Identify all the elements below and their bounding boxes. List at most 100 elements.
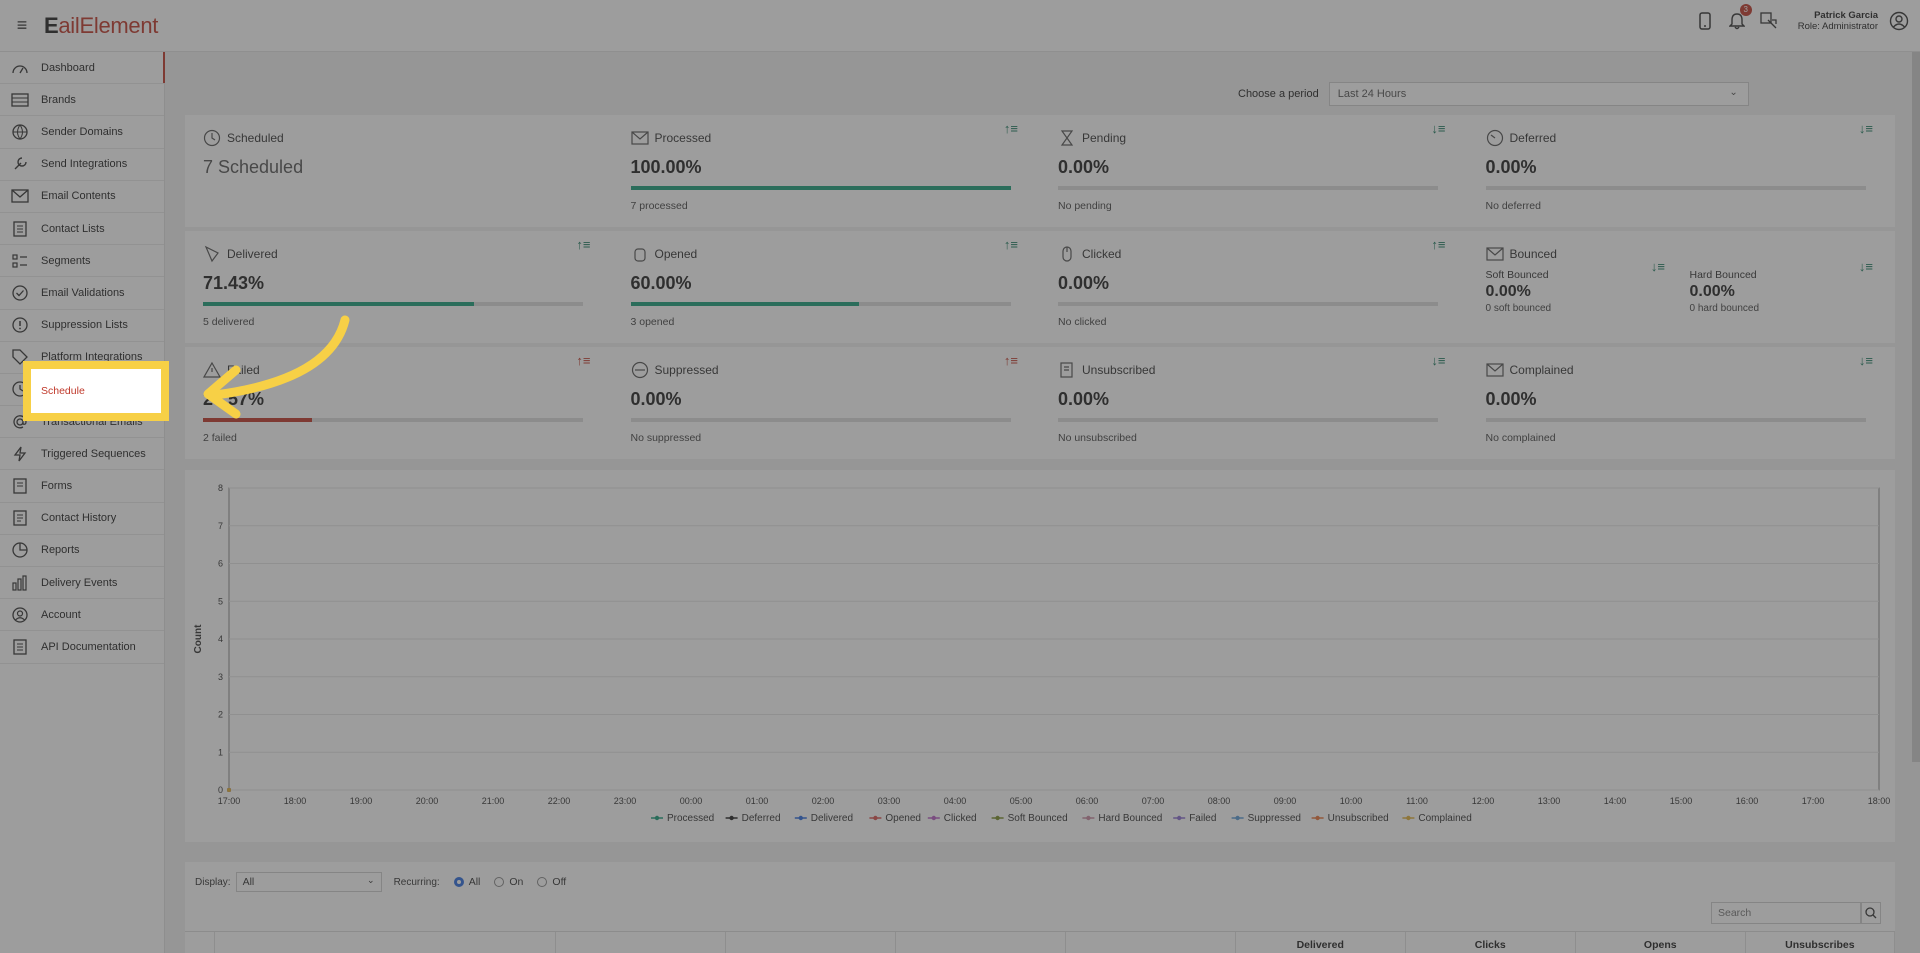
y-tick-label: 3 xyxy=(218,672,223,682)
x-tick-label: 15:00 xyxy=(1670,796,1693,806)
stat-value: 0.00% xyxy=(1058,389,1110,409)
sidebar-item-label: Email Validations xyxy=(41,286,125,299)
sidebar-item-email-validations[interactable]: Email Validations xyxy=(0,277,164,310)
sidebar-item-dashboard[interactable]: Dashboard xyxy=(0,52,165,85)
translate-icon[interactable] xyxy=(1758,10,1780,32)
sidebar-item-sender-domains[interactable]: Sender Domains xyxy=(0,116,164,149)
vertical-scrollbar[interactable] xyxy=(1912,52,1920,762)
sidebar-item-email-contents[interactable]: Email Contents xyxy=(0,181,164,213)
radio-dot xyxy=(453,877,464,887)
wrench-icon xyxy=(10,155,30,173)
sidebar-item-send-integrations[interactable]: Send Integrations xyxy=(0,149,164,181)
sidebar-item-brands[interactable]: Brands xyxy=(0,84,164,117)
highlight-label: Schedule xyxy=(41,385,85,397)
stat-failed[interactable]: Failed 28.57% 2 failed ↑≡ xyxy=(185,347,613,459)
stat-bounced[interactable]: Bounced Soft Bounced 0.00% 0 soft bounce… xyxy=(1468,231,1896,343)
highlight-box[interactable]: Schedule xyxy=(23,361,169,421)
x-tick-label: 05:00 xyxy=(1010,796,1033,806)
progress-bar xyxy=(1058,186,1438,190)
sidebar-item-reports[interactable]: Reports xyxy=(0,535,164,567)
table-header-cell[interactable]: Clicks xyxy=(1406,932,1576,953)
stat-pending[interactable]: Pending 0.00% No pending ↓≡ xyxy=(1040,115,1468,227)
sidebar-item-label: Triggered Sequences xyxy=(41,447,146,460)
x-tick-label: 07:00 xyxy=(1142,796,1165,806)
stat-clicked[interactable]: Clicked 0.00% No clicked ↑≡ xyxy=(1040,231,1468,343)
sidebar-item-segments[interactable]: Segments xyxy=(0,245,164,278)
sort-desc-icon[interactable]: ↑≡ xyxy=(1004,237,1018,252)
radio-dot xyxy=(494,877,505,887)
recurring-all-radio[interactable]: All xyxy=(453,876,480,888)
search-input[interactable]: Search xyxy=(1711,902,1861,924)
recurring-on-radio[interactable]: On xyxy=(494,876,523,888)
x-tick-label: 04:00 xyxy=(944,796,967,806)
phone-icon[interactable] xyxy=(1694,10,1716,32)
sidebar-item-label: Dashboard xyxy=(41,61,95,74)
sidebar-item-label: Segments xyxy=(41,254,91,267)
stat-suppressed[interactable]: Suppressed 0.00% No suppressed ↑≡ xyxy=(613,347,1041,459)
stat-processed[interactable]: Processed 100.00% 7 processed ↑≡ xyxy=(613,115,1041,227)
legend-label: Suppressed xyxy=(1248,813,1301,824)
period-value: Last 24 Hours xyxy=(1337,88,1407,100)
x-tick-label: 09:00 xyxy=(1274,796,1297,806)
sort-asc-icon[interactable]: ↓≡ xyxy=(1431,353,1445,368)
sidebar-item-forms[interactable]: Forms xyxy=(0,470,164,503)
stat-value: 100.00% xyxy=(630,157,702,177)
sort-asc-icon[interactable]: ↓≡ xyxy=(1859,259,1873,274)
sidebar-item-triggered-sequences[interactable]: Triggered Sequences xyxy=(0,438,164,471)
stat-sub: 3 opened xyxy=(630,316,675,328)
legend-label: Processed xyxy=(667,813,714,824)
radio-dot xyxy=(537,877,548,887)
sort-desc-icon[interactable]: ↑≡ xyxy=(576,237,590,252)
history-icon xyxy=(10,509,30,527)
legend-marker xyxy=(1177,815,1182,821)
chevron-down-icon: ⌄ xyxy=(367,875,375,885)
stat-unsubscribed[interactable]: Unsubscribed 0.00% No unsubscribed ↓≡ xyxy=(1040,347,1468,459)
logo[interactable]: EailElement xyxy=(44,13,158,39)
stat-delivered[interactable]: Delivered 71.43% 5 delivered ↑≡ xyxy=(185,231,613,343)
sort-asc-icon[interactable]: ↓≡ xyxy=(1859,121,1873,136)
display-label: Display: xyxy=(195,876,231,888)
sidebar-item-suppression-lists[interactable]: Suppression Lists xyxy=(0,310,164,342)
period-select[interactable]: Last 24 Hours ⌄ xyxy=(1328,82,1749,106)
sort-asc-icon[interactable]: ↓≡ xyxy=(1431,121,1445,136)
legend-marker xyxy=(1315,815,1320,821)
x-tick-label: 08:00 xyxy=(1208,796,1231,806)
stat-complained[interactable]: Complained 0.00% No complained ↓≡ xyxy=(1468,347,1896,459)
sidebar-item-api-documentation[interactable]: API Documentation xyxy=(0,631,164,664)
table-header-cell[interactable]: Delivered xyxy=(1236,932,1406,953)
sort-asc-icon[interactable]: ↓≡ xyxy=(1651,259,1665,274)
search-icon[interactable] xyxy=(1861,902,1881,924)
bounce-envelope-icon xyxy=(1485,245,1504,263)
sidebar-item-contact-history[interactable]: Contact History xyxy=(0,503,164,535)
x-tick-label: 12:00 xyxy=(1472,796,1495,806)
table-header-cell[interactable]: Opens xyxy=(1576,932,1746,953)
stat-sub: 2 failed xyxy=(203,432,237,444)
sidebar-item-contact-lists[interactable]: Contact Lists xyxy=(0,213,164,246)
stat-scheduled[interactable]: Scheduled 7 Scheduled xyxy=(185,115,613,227)
stat-deferred[interactable]: Deferred 0.00% No deferred ↓≡ xyxy=(1468,115,1896,227)
stat-label: Scheduled xyxy=(227,131,284,145)
warning-icon xyxy=(202,361,222,379)
sort-desc-icon[interactable]: ↑≡ xyxy=(1431,237,1445,252)
display-select[interactable]: All ⌄ xyxy=(235,872,382,892)
bell-icon[interactable]: 3 xyxy=(1726,4,1752,32)
x-tick-label: 20:00 xyxy=(416,796,439,806)
sort-asc-icon[interactable]: ↓≡ xyxy=(1859,353,1873,368)
sidebar-item-label: Sender Domains xyxy=(41,125,123,138)
y-tick-label: 2 xyxy=(218,710,223,720)
sidebar-item-label: Brands xyxy=(41,93,76,106)
sidebar-item-delivery-events[interactable]: Delivery Events xyxy=(0,567,164,600)
table-header-cell[interactable]: Unsubscribes xyxy=(1746,932,1896,953)
sort-desc-icon[interactable]: ↑≡ xyxy=(1004,353,1018,368)
sort-desc-icon[interactable]: ↑≡ xyxy=(576,353,590,368)
legend-label: Unsubscribed xyxy=(1328,813,1389,824)
user-avatar-icon[interactable] xyxy=(1888,10,1910,32)
sidebar-item-account[interactable]: Account xyxy=(0,599,164,632)
sort-desc-icon[interactable]: ↑≡ xyxy=(1004,121,1018,136)
recurring-off-radio[interactable]: Off xyxy=(537,876,566,888)
legend-marker xyxy=(1235,815,1240,821)
x-tick-label: 19:00 xyxy=(350,796,373,806)
hamburger-menu-icon[interactable]: ≡ xyxy=(0,15,44,36)
legend-marker xyxy=(873,815,878,821)
stat-opened[interactable]: Opened 60.00% 3 opened ↑≡ xyxy=(613,231,1041,343)
